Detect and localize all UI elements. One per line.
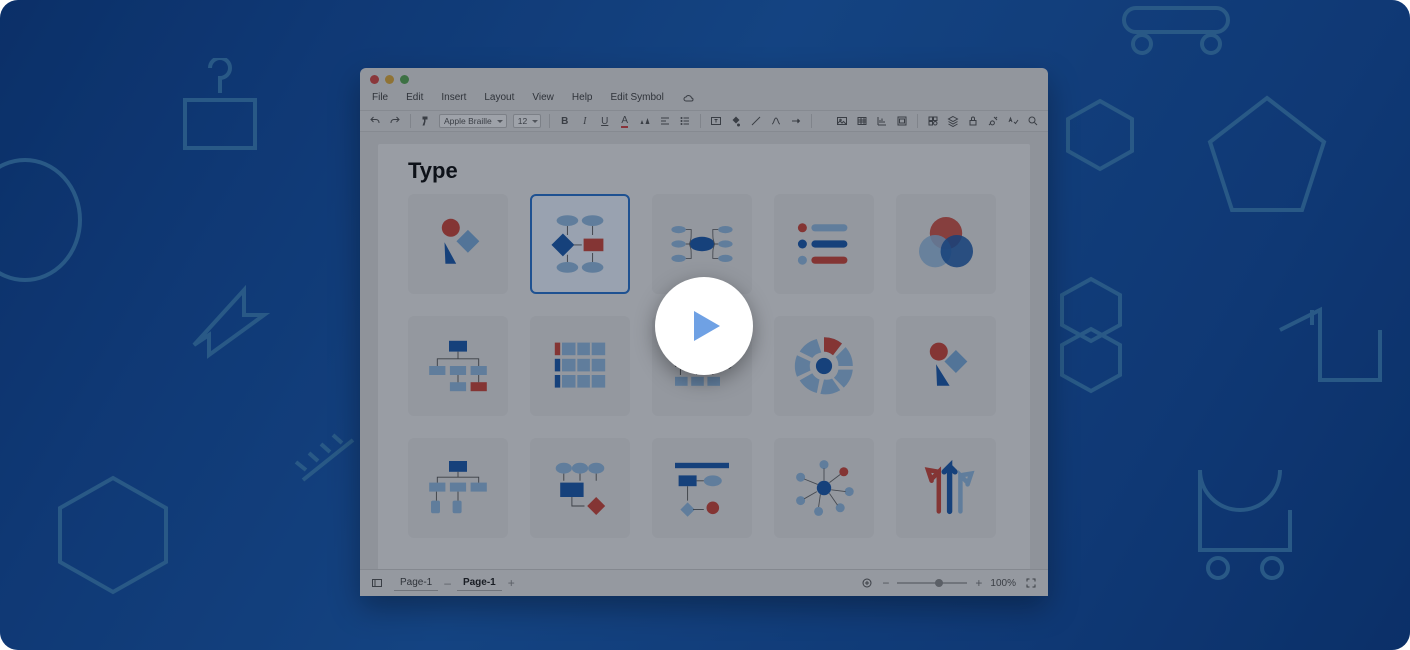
template-radial[interactable] <box>774 316 874 416</box>
template-basic-shapes-alt[interactable] <box>896 316 996 416</box>
search-button[interactable] <box>1026 114 1040 128</box>
menu-edit[interactable]: Edit <box>406 92 423 106</box>
deco-hanger-icon <box>170 58 270 178</box>
deco-arrow-shape-icon <box>184 275 274 365</box>
page-tab-active[interactable]: Page-1 <box>457 575 502 591</box>
menu-edit-symbol[interactable]: Edit Symbol <box>610 92 663 106</box>
statusbar: Page-1 – Page-1 + − + 100% <box>360 569 1048 596</box>
settings-button[interactable] <box>986 114 1000 128</box>
maximize-window-button[interactable] <box>400 75 409 84</box>
align-button[interactable] <box>658 114 672 128</box>
italic-button[interactable]: I <box>578 114 592 128</box>
template-org-chart[interactable] <box>408 316 508 416</box>
underline-button[interactable]: U <box>598 114 612 128</box>
play-video-button[interactable] <box>655 277 753 375</box>
font-size-select[interactable]: 12 <box>513 114 541 128</box>
deco-conveyor-icon <box>1116 0 1236 60</box>
layers-button[interactable] <box>946 114 960 128</box>
menu-file[interactable]: File <box>372 92 388 106</box>
deco-funnel-icon <box>1270 300 1390 400</box>
menu-help[interactable]: Help <box>572 92 593 106</box>
insert-container-button[interactable] <box>895 114 909 128</box>
font-color-button[interactable]: A <box>618 114 632 128</box>
menu-view[interactable]: View <box>532 92 554 106</box>
insert-chart-button[interactable] <box>875 114 889 128</box>
template-flowchart[interactable] <box>530 194 630 294</box>
page-tab-1[interactable]: Page-1 <box>394 575 438 591</box>
template-swimlane[interactable] <box>652 438 752 538</box>
deco-pentagon-icon <box>1202 90 1332 220</box>
format-painter-button[interactable] <box>419 114 433 128</box>
bold-button[interactable]: B <box>558 114 572 128</box>
template-process[interactable] <box>530 438 630 538</box>
cloud-sync-icon[interactable] <box>682 92 696 106</box>
symbol-library-button[interactable] <box>926 114 940 128</box>
menubar: File Edit Insert Layout View Help Edit S… <box>360 87 1048 111</box>
undo-button[interactable] <box>368 114 382 128</box>
fullscreen-button[interactable] <box>1024 576 1038 590</box>
connector-button[interactable] <box>769 114 783 128</box>
remove-page-button[interactable]: – <box>444 576 451 590</box>
spellcheck-button[interactable] <box>1006 114 1020 128</box>
insert-table-button[interactable] <box>855 114 869 128</box>
stage: File Edit Insert Layout View Help Edit S… <box>0 0 1410 650</box>
play-icon <box>692 309 722 343</box>
deco-cart-icon <box>1180 460 1310 590</box>
deco-ellipse-icon <box>0 150 90 290</box>
page-tabs: Page-1 – Page-1 + <box>394 575 515 591</box>
text-size-button[interactable] <box>638 114 652 128</box>
zoom-in-button[interactable]: + <box>975 576 982 590</box>
fill-color-button[interactable] <box>729 114 743 128</box>
template-tree[interactable] <box>408 438 508 538</box>
font-select[interactable]: Apple Braille <box>439 114 507 128</box>
zoom-level: 100% <box>990 578 1016 589</box>
minimize-window-button[interactable] <box>385 75 394 84</box>
template-venn[interactable] <box>896 194 996 294</box>
close-window-button[interactable] <box>370 75 379 84</box>
template-matrix[interactable] <box>530 316 630 416</box>
zoom-controls: − + 100% <box>860 576 1038 590</box>
fit-page-button[interactable] <box>860 576 874 590</box>
add-page-button[interactable]: + <box>508 576 515 590</box>
deco-hexagon2-icon <box>1060 95 1140 175</box>
arrow-style-button[interactable] <box>789 114 803 128</box>
page-title: Type <box>408 158 1014 184</box>
window-titlebar <box>360 68 1048 87</box>
deco-hexagon-icon <box>48 470 178 600</box>
page-panel-icon[interactable] <box>370 576 384 590</box>
template-arrows[interactable] <box>896 438 996 538</box>
template-network[interactable] <box>774 438 874 538</box>
zoom-slider[interactable] <box>897 582 967 584</box>
redo-button[interactable] <box>388 114 402 128</box>
bullet-list-button[interactable] <box>678 114 692 128</box>
deco-hex-pair-icon <box>1056 275 1126 395</box>
menu-layout[interactable]: Layout <box>484 92 514 106</box>
insert-image-button[interactable] <box>835 114 849 128</box>
toolbar: Apple Braille 12 B I U A <box>360 111 1048 132</box>
template-basic-shapes[interactable] <box>408 194 508 294</box>
template-list[interactable] <box>774 194 874 294</box>
line-tool-button[interactable] <box>749 114 763 128</box>
menu-insert[interactable]: Insert <box>441 92 466 106</box>
text-box-button[interactable] <box>709 114 723 128</box>
lock-button[interactable] <box>966 114 980 128</box>
deco-rake-icon <box>288 420 368 500</box>
zoom-out-button[interactable]: − <box>882 576 889 590</box>
